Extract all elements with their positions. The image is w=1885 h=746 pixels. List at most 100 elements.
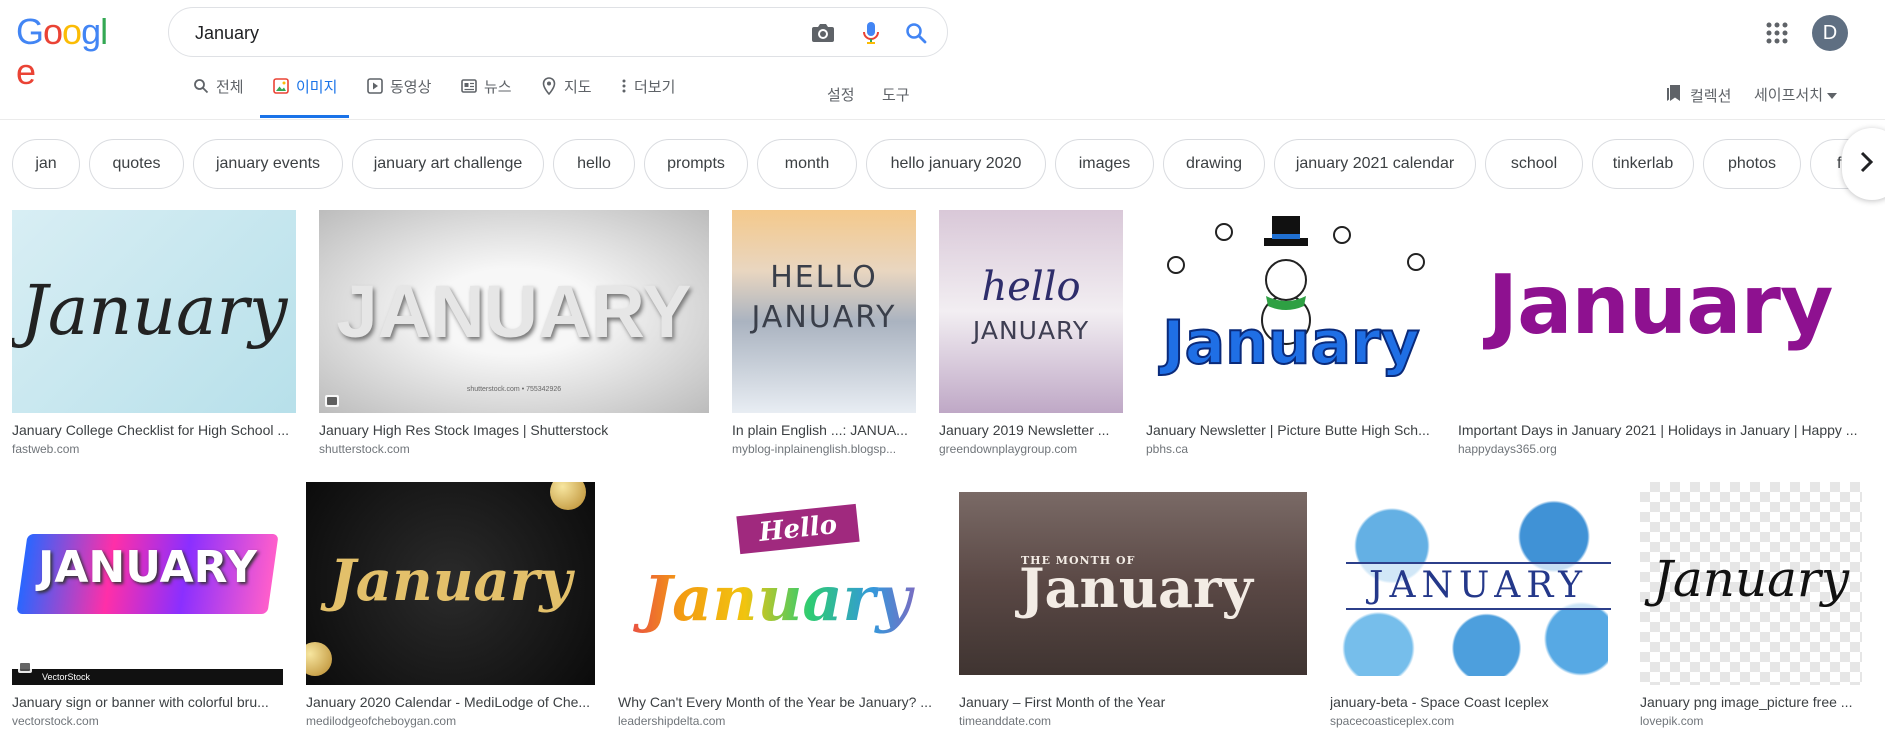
chip[interactable]: hello bbox=[553, 139, 635, 189]
map-pin-icon bbox=[540, 77, 558, 95]
result-thumbnail[interactable]: January bbox=[1640, 482, 1862, 685]
chips-next-button[interactable] bbox=[1842, 128, 1885, 200]
chip[interactable]: january events bbox=[193, 139, 343, 189]
search-icon bbox=[192, 77, 210, 95]
image-result[interactable]: HELLO JANUARY In plain English ...: JANU… bbox=[732, 210, 916, 457]
safesearch-dropdown[interactable]: 세이프서치 bbox=[1754, 84, 1838, 105]
result-title[interactable]: In plain English ...: JANUA... bbox=[732, 421, 916, 439]
video-icon bbox=[366, 77, 384, 95]
result-thumbnail[interactable]: JANUARY VectorStock bbox=[12, 482, 283, 685]
microphone-icon[interactable] bbox=[856, 18, 886, 48]
image-result[interactable]: January January Newsletter | Picture But… bbox=[1146, 210, 1436, 457]
result-thumbnail[interactable]: HELLO JANUARY bbox=[732, 210, 916, 413]
chip[interactable]: tinkerlab bbox=[1592, 139, 1694, 189]
result-thumbnail[interactable]: January bbox=[12, 210, 296, 413]
result-source[interactable]: spacecoasticeplex.com bbox=[1330, 713, 1617, 729]
chip[interactable]: photos bbox=[1703, 139, 1801, 189]
result-source[interactable]: fastweb.com bbox=[12, 441, 296, 457]
camera-icon[interactable] bbox=[808, 18, 838, 48]
result-source[interactable]: pbhs.ca bbox=[1146, 441, 1436, 457]
tab-images[interactable]: 이미지 bbox=[259, 76, 350, 118]
image-result[interactable]: January Important Days in January 2021 |… bbox=[1458, 210, 1862, 457]
tab-more[interactable]: 더보기 bbox=[620, 76, 675, 118]
apps-grid-icon[interactable] bbox=[1762, 18, 1792, 48]
chip[interactable]: month bbox=[757, 139, 857, 189]
chip[interactable]: quotes bbox=[89, 139, 184, 189]
tools-link[interactable]: 도구 bbox=[882, 84, 910, 105]
result-source[interactable]: timeanddate.com bbox=[959, 713, 1307, 729]
result-title[interactable]: Why Can't Every Month of the Year be Jan… bbox=[618, 693, 936, 711]
account-avatar[interactable]: D bbox=[1812, 15, 1848, 51]
result-title[interactable]: January High Res Stock Images | Shutters… bbox=[319, 421, 709, 439]
result-title[interactable]: January sign or banner with colorful bru… bbox=[12, 693, 283, 711]
result-title[interactable]: January 2020 Calendar - MediLodge of Che… bbox=[306, 693, 595, 711]
chip[interactable]: prompts bbox=[644, 139, 748, 189]
image-result[interactable]: January January 2020 Calendar - MediLodg… bbox=[306, 482, 595, 729]
image-result[interactable]: Hello January Why Can't Every Month of t… bbox=[618, 482, 936, 729]
chip[interactable]: drawing bbox=[1163, 139, 1265, 189]
thumbnail-text: January bbox=[329, 548, 572, 614]
image-result[interactable]: January January College Checklist for Hi… bbox=[12, 210, 296, 457]
google-logo[interactable]: Googl e bbox=[16, 12, 120, 92]
result-thumbnail[interactable]: January bbox=[1458, 210, 1862, 413]
chip[interactable]: jan bbox=[12, 139, 80, 189]
image-badge-icon bbox=[325, 395, 339, 407]
result-source[interactable]: myblog-inplainenglish.blogsp... bbox=[732, 441, 916, 457]
result-title[interactable]: January 2019 Newsletter ... bbox=[939, 421, 1123, 439]
tab-videos[interactable]: 동영상 bbox=[366, 76, 431, 118]
chip[interactable]: hello january 2020 bbox=[866, 139, 1046, 189]
result-title[interactable]: Important Days in January 2021 | Holiday… bbox=[1458, 421, 1862, 439]
chip[interactable]: january art challenge bbox=[352, 139, 544, 189]
result-source[interactable]: shutterstock.com bbox=[319, 441, 709, 457]
result-thumbnail[interactable]: January bbox=[1146, 210, 1436, 413]
result-source[interactable]: leadershipdelta.com bbox=[618, 713, 936, 729]
thumbnail-text: HELLO bbox=[770, 260, 878, 295]
result-thumbnail[interactable]: JANUARY bbox=[1330, 482, 1617, 685]
result-title[interactable]: January College Checklist for High Schoo… bbox=[12, 421, 296, 439]
thumbnail-text: JANUARY bbox=[751, 300, 897, 335]
image-result[interactable]: JANUARY VectorStock January sign or bann… bbox=[12, 482, 283, 729]
tab-maps[interactable]: 지도 bbox=[540, 76, 592, 118]
result-thumbnail[interactable]: Hello January bbox=[618, 482, 936, 685]
result-thumbnail[interactable]: THE MONTH OF January bbox=[959, 482, 1307, 685]
result-thumbnail[interactable]: January bbox=[306, 482, 595, 685]
tab-label: 지도 bbox=[564, 79, 592, 96]
image-result[interactable]: hello JANUARY January 2019 Newsletter ..… bbox=[939, 210, 1123, 457]
result-title[interactable]: january-beta - Space Coast Iceplex bbox=[1330, 693, 1617, 711]
collections-link[interactable]: 컬렉션 bbox=[1666, 84, 1731, 106]
thumbnail-text: January bbox=[1487, 258, 1834, 353]
image-result[interactable]: THE MONTH OF January January – First Mon… bbox=[959, 482, 1307, 729]
image-result[interactable]: January January png image_picture free .… bbox=[1640, 482, 1862, 729]
search-icon[interactable] bbox=[901, 18, 931, 48]
result-source[interactable]: greendownplaygroup.com bbox=[939, 441, 1123, 457]
image-result[interactable]: JANUARY january-beta - Space Coast Icepl… bbox=[1330, 482, 1617, 729]
chip[interactable]: school bbox=[1485, 139, 1583, 189]
search-box[interactable] bbox=[168, 7, 948, 58]
result-thumbnail[interactable]: hello JANUARY bbox=[939, 210, 1123, 413]
tab-news[interactable]: 뉴스 bbox=[460, 76, 512, 118]
image-result[interactable]: JANUARY shutterstock.com • 755342926 Jan… bbox=[319, 210, 709, 457]
tab-label: 동영상 bbox=[390, 79, 432, 96]
result-source[interactable]: happydays365.org bbox=[1458, 441, 1862, 457]
thumbnail-watermark: shutterstock.com • 755342926 bbox=[466, 386, 562, 393]
thumbnail-text: JANUARY bbox=[336, 270, 692, 353]
thumbnail-watermark: VectorStock bbox=[12, 669, 283, 685]
result-source[interactable]: vectorstock.com bbox=[12, 713, 283, 729]
chip[interactable]: january 2021 calendar bbox=[1274, 139, 1476, 189]
settings-link[interactable]: 설정 bbox=[827, 84, 855, 105]
result-title[interactable]: January png image_picture free ... bbox=[1640, 693, 1862, 711]
thumbnail-text: January bbox=[1161, 307, 1420, 379]
tab-label: 더보기 bbox=[634, 79, 676, 96]
tab-all[interactable]: 전체 bbox=[192, 76, 244, 118]
result-thumbnail[interactable]: JANUARY shutterstock.com • 755342926 bbox=[319, 210, 709, 413]
result-title[interactable]: January – First Month of the Year bbox=[959, 693, 1307, 711]
result-source[interactable]: medilodgeofcheboygan.com bbox=[306, 713, 595, 729]
thumbnail-text: January bbox=[618, 562, 936, 635]
result-source[interactable]: lovepik.com bbox=[1640, 713, 1862, 729]
search-input[interactable] bbox=[193, 8, 757, 58]
safesearch-label: 세이프서치 bbox=[1754, 87, 1824, 104]
result-title[interactable]: January Newsletter | Picture Butte High … bbox=[1146, 421, 1436, 439]
more-vert-icon bbox=[620, 77, 628, 95]
bookmark-icon bbox=[1666, 84, 1682, 106]
chip[interactable]: images bbox=[1055, 139, 1154, 189]
